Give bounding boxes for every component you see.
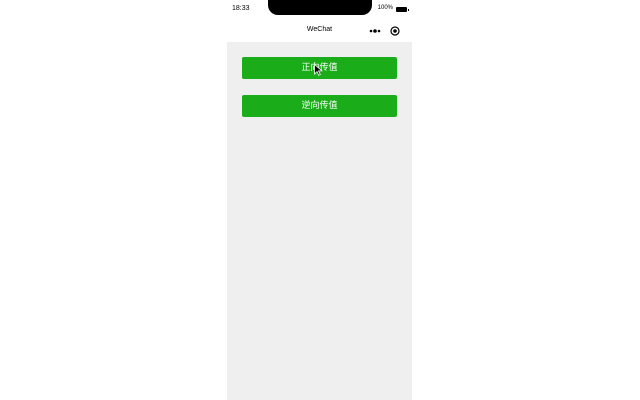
phone-notch [268,0,372,15]
forward-pass-button[interactable]: 正向传值 [242,57,397,79]
screenshot-stage: 18:33 100% WeChat 正向传值 逆向传值 [0,0,640,400]
battery-icon [396,7,409,12]
phone-screen: 18:33 100% WeChat 正向传值 逆向传值 [227,0,412,400]
more-dots-icon[interactable] [369,28,381,34]
status-bar: 18:33 100% [227,0,412,20]
page-content: 正向传值 逆向传值 [227,42,412,400]
nav-title: WeChat [306,26,333,33]
battery-percent: 100% [377,5,393,11]
nav-bar: WeChat [227,20,412,42]
reverse-pass-button[interactable]: 逆向传值 [242,95,397,117]
status-time: 18:33 [232,5,250,12]
close-target-icon[interactable] [390,26,400,36]
